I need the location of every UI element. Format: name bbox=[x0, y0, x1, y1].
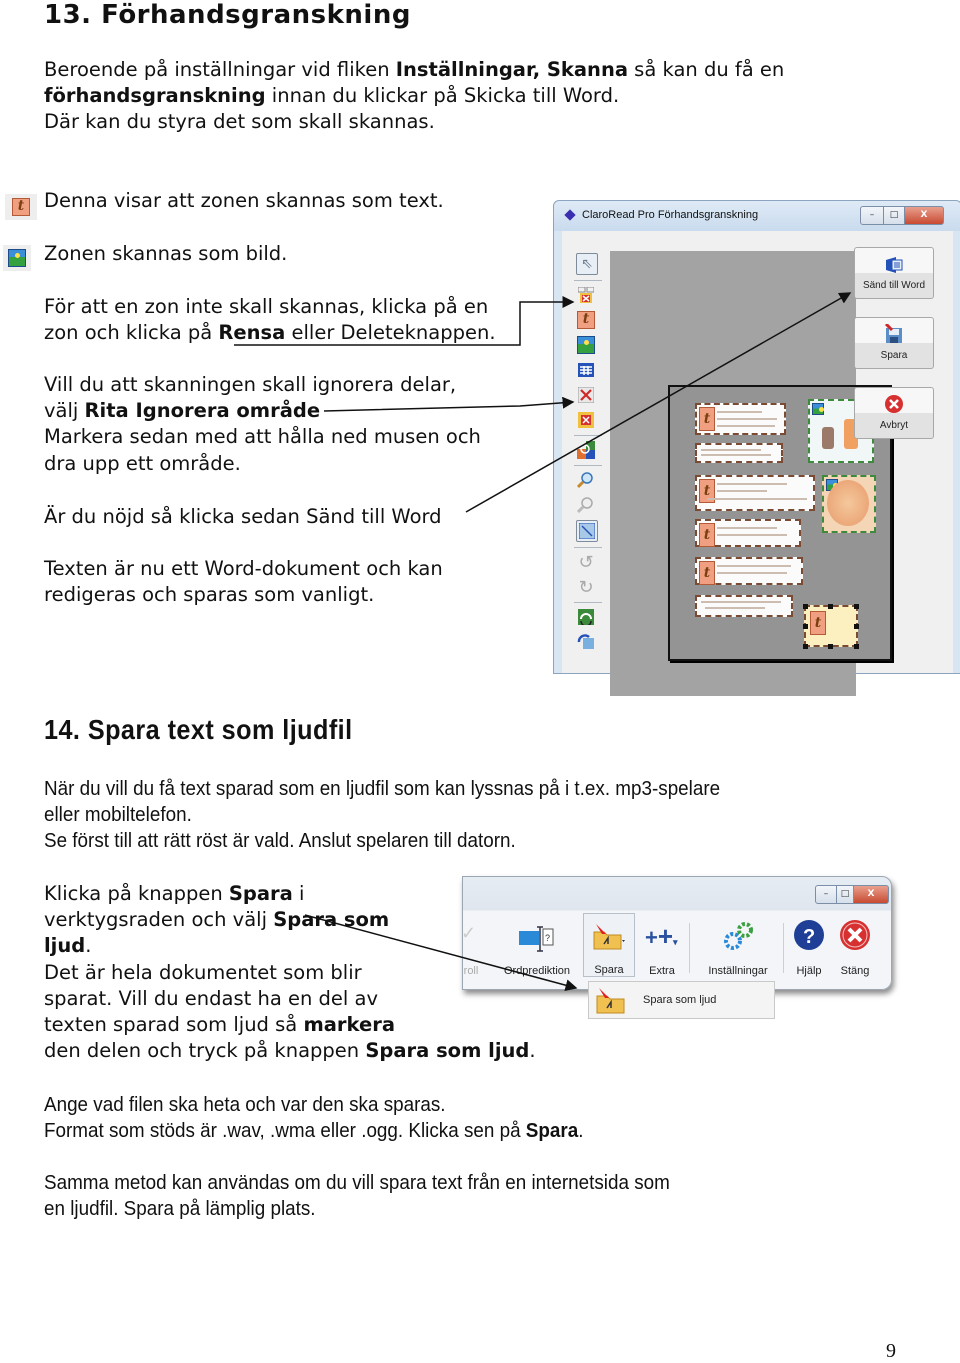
callout-lines bbox=[234, 292, 852, 513]
section-14-heading: 14. Spara text som ljudfil bbox=[44, 714, 353, 745]
callout-ignore-area bbox=[323, 396, 575, 412]
callout-clear-zone bbox=[234, 296, 575, 346]
internet-text: Samma metod kan användas om du vill spar… bbox=[44, 1171, 670, 1221]
section-14-intro: När du vill du få text sparad som en lju… bbox=[44, 777, 721, 853]
callout-send-to-word bbox=[465, 292, 852, 513]
callout-spara-som-ljud bbox=[304, 914, 578, 992]
callout-lines-section-14 bbox=[304, 914, 578, 992]
page-number: 9 bbox=[886, 1340, 896, 1362]
file-info-text: Ange vad filen ska heta och var den ska … bbox=[44, 1093, 584, 1143]
